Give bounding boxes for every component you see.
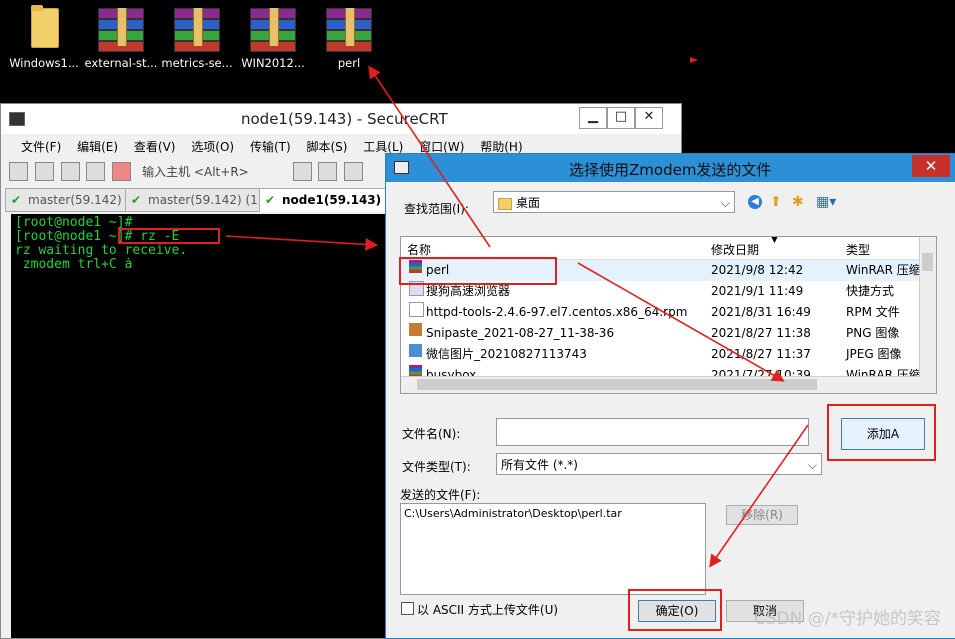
cursor-mark	[690, 57, 698, 63]
arrow-to-dialog	[225, 235, 379, 251]
arrow-to-desktop-perl	[368, 65, 491, 248]
annotation-arrows	[225, 57, 809, 568]
watermark: CSDN @/*守护她的笑容	[753, 609, 941, 629]
arrow-to-ok	[709, 424, 809, 568]
arrow-to-add	[577, 262, 785, 382]
